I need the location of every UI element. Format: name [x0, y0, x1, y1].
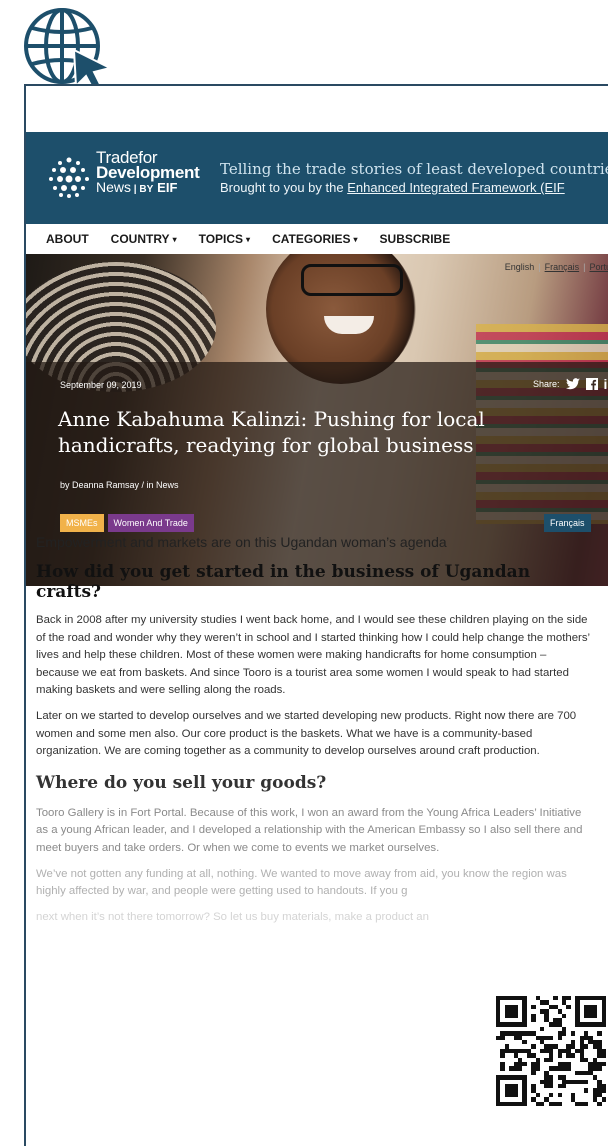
- qr-finder: [504, 1084, 518, 1098]
- qr-module: [584, 1101, 589, 1106]
- tagline-main: Telling the trade stories of least devel…: [220, 160, 608, 178]
- qr-module: [584, 1088, 589, 1093]
- qr-module: [553, 996, 558, 1001]
- nav-label: CATEGORIES: [272, 232, 351, 246]
- qr-module: [500, 1053, 505, 1058]
- qr-finder: [584, 1004, 598, 1018]
- qr-module: [562, 1084, 567, 1089]
- tag-list: MSMEs Women And Trade: [60, 514, 194, 532]
- language-switcher: English|Français|Portuguê: [505, 262, 608, 272]
- twitter-icon[interactable]: [565, 378, 580, 390]
- qr-module: [548, 1092, 554, 1098]
- main-nav: ABOUT COUNTRY ▾ TOPICS ▾ CATEGORIES ▾ SUBSC…: [26, 224, 608, 254]
- qr-module: [557, 1035, 562, 1040]
- article-paragraph: next when it’s not there tomorrow? So le…: [36, 910, 429, 923]
- qr-module: [584, 1044, 589, 1049]
- nav-label: ABOUT: [46, 232, 89, 246]
- qr-module: [566, 1066, 571, 1071]
- qr-module: [500, 1035, 505, 1040]
- qr-module: [562, 1013, 567, 1018]
- qr-module: [601, 1097, 606, 1102]
- qr-module: [500, 1066, 505, 1071]
- nav-label: TOPICS: [198, 232, 244, 246]
- article-paragraph: Tooro Gallery is in Fort Portal. Because…: [36, 806, 583, 854]
- qr-module: [570, 1053, 576, 1058]
- linkedin-icon[interactable]: in: [604, 376, 608, 392]
- article-paragraph: Later on we started to develop ourselves…: [36, 709, 577, 758]
- byline: by Deanna Ramsay / in News: [60, 480, 179, 490]
- nav-item-subscribe[interactable]: SUBSCRIBE: [380, 232, 451, 246]
- site-header: Tradefor Development News | BY EIF Telli…: [26, 132, 608, 224]
- chevron-down-icon: ▾: [246, 235, 251, 245]
- qr-module: [518, 1066, 523, 1071]
- qr-module: [601, 1053, 606, 1058]
- share-bar: Share: in: [533, 376, 608, 392]
- tagline-prefix: Brought to you by the: [220, 180, 348, 195]
- qr-module: [570, 1031, 576, 1036]
- qr-code: [496, 996, 608, 1114]
- qr-finder: [504, 1004, 518, 1018]
- eif-link[interactable]: Enhanced Integrated Framework (EIF: [347, 180, 565, 195]
- chevron-down-icon: ▾: [353, 235, 358, 245]
- tag-women-and-trade[interactable]: Women And Trade: [107, 514, 194, 532]
- qr-module: [522, 1040, 527, 1045]
- qr-module: [566, 996, 571, 1001]
- nav-label: COUNTRY: [110, 232, 170, 246]
- qr-module: [597, 1031, 602, 1036]
- qr-module: [557, 1053, 562, 1058]
- qr-module: [597, 1066, 602, 1071]
- hero-glasses: [301, 264, 403, 296]
- nav-label: SUBSCRIBE: [379, 232, 451, 246]
- qr-module: [531, 1070, 536, 1076]
- qr-module: [601, 1062, 606, 1067]
- site-logo[interactable]: Tradefor Development News | BY EIF: [96, 149, 200, 197]
- qr-module: [562, 1031, 567, 1036]
- qr-module: [566, 1004, 571, 1010]
- logo-dots-icon: [49, 157, 89, 198]
- article-paragraph: We’ve not gotten any funding at all, not…: [36, 867, 567, 898]
- article-body: Empowerment and markets are on this Ugan…: [36, 534, 592, 934]
- question-heading-2: Where do you sell your goods?: [36, 772, 327, 793]
- logo-development: Development: [96, 163, 200, 182]
- site-tagline: Telling the trade stories of least devel…: [220, 160, 608, 195]
- nav-item-country[interactable]: COUNTRY ▾: [111, 232, 177, 246]
- qr-module: [557, 1101, 562, 1106]
- qr-module: [535, 1066, 540, 1071]
- qr-module: [557, 1092, 562, 1098]
- nav-item-about[interactable]: ABOUT: [46, 232, 89, 246]
- qr-module: [522, 1062, 527, 1067]
- logo-eif: EIF: [157, 180, 178, 195]
- qr-module: [601, 1088, 606, 1093]
- qr-module: [531, 1018, 536, 1023]
- qr-module: [597, 1101, 602, 1106]
- logo-by: BY: [139, 184, 154, 195]
- qr-module: [548, 1084, 554, 1089]
- qr-module: [531, 1044, 536, 1049]
- qr-module: [540, 1026, 545, 1032]
- lang-portuguese[interactable]: Portuguê: [589, 262, 608, 272]
- qr-module: [531, 1004, 536, 1010]
- article-intro: Empowerment and markets are on this Ugan…: [36, 534, 447, 550]
- french-version-button[interactable]: Français: [544, 514, 591, 532]
- question-heading-1: How did you get started in the business …: [36, 562, 531, 602]
- article-paragraph: Back in 2008 after my university studies…: [36, 614, 590, 697]
- nav-item-topics[interactable]: TOPICS ▾: [199, 232, 250, 246]
- lang-french[interactable]: Français: [545, 262, 580, 272]
- qr-module: [584, 1079, 589, 1084]
- qr-module: [548, 1057, 554, 1062]
- nav-item-categories[interactable]: CATEGORIES ▾: [272, 232, 357, 246]
- qr-module: [548, 1035, 554, 1040]
- logo-news: News: [96, 179, 132, 195]
- qr-module: [540, 1101, 545, 1106]
- post-date: September 09, 2019: [60, 380, 142, 390]
- qr-module: [535, 1092, 540, 1098]
- article-title: Anne Kabahuma Kalinzi: Pushing for local…: [58, 407, 485, 457]
- lang-english[interactable]: English: [505, 262, 535, 272]
- globe-cursor-icon: [24, 8, 113, 92]
- facebook-icon[interactable]: [585, 378, 598, 390]
- share-label: Share:: [533, 379, 560, 389]
- tag-msmes[interactable]: MSMEs: [60, 514, 104, 532]
- chevron-down-icon: ▾: [172, 235, 177, 245]
